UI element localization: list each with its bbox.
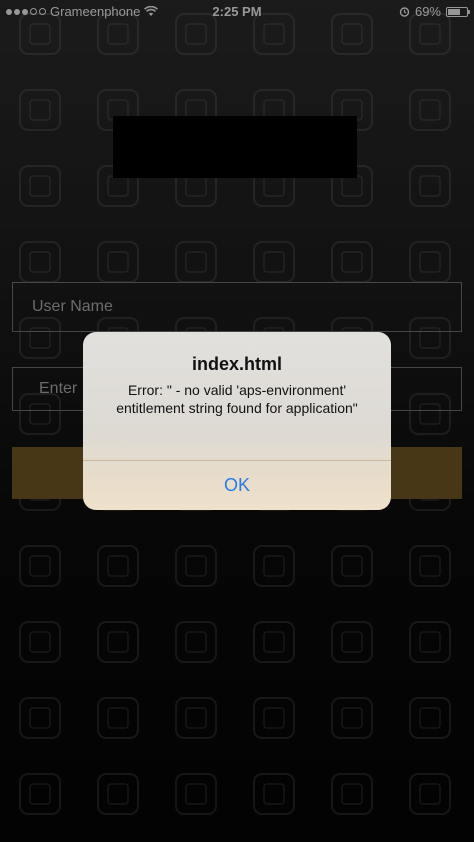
app-screen: Grameenphone 2:25 PM 69% User Name Enter: [0, 0, 474, 842]
alert-message: Error: " - no valid 'aps-environment' en…: [116, 382, 358, 416]
alert-ok-button[interactable]: OK: [83, 461, 391, 510]
alert-dialog: index.html Error: " - no valid 'aps-envi…: [83, 332, 391, 510]
alert-title: index.html: [191, 354, 282, 374]
